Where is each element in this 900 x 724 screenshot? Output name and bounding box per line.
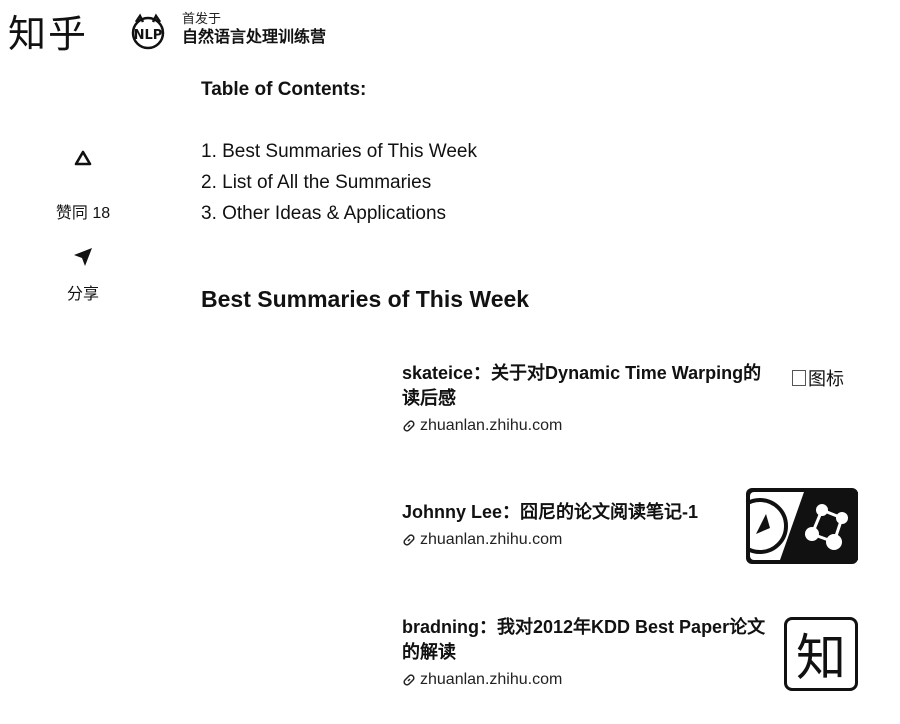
toc-item: 1. Best Summaries of This Week [201, 141, 477, 162]
upvote-count-label[interactable]: 赞同 18 [52, 199, 114, 223]
share-button[interactable] [52, 246, 114, 273]
link-card-domain: zhuanlan.zhihu.com [420, 671, 563, 688]
broken-image-thumbnail: 图标 [792, 365, 844, 391]
link-card-domain: zhuanlan.zhihu.com [420, 417, 563, 434]
column-avatar-icon[interactable]: NLP [128, 12, 168, 52]
link-card-url: zhuanlan.zhihu.com [402, 417, 858, 435]
section-heading: Best Summaries of This Week [201, 286, 530, 312]
zhihu-thumbnail: 知 [746, 617, 858, 693]
link-card-title[interactable]: Johnny Lee：囧尼的论文阅读笔记-1 [402, 500, 777, 525]
share-label[interactable]: 分享 [52, 280, 114, 304]
svg-text:NLP: NLP [134, 28, 163, 43]
upvote-button[interactable] [52, 150, 114, 171]
column-name-link[interactable]: 自然语言处理训练营 [182, 27, 326, 49]
link-card[interactable]: skateice：关于对Dynamic Time Warping的读后感 zhu… [402, 361, 858, 435]
table-of-contents: 1. Best Summaries of This Week 2. List o… [201, 136, 477, 229]
toc-item: 3. Other Ideas & Applications [201, 203, 447, 224]
published-prefix: 首发于 [182, 11, 222, 26]
share-paper-plane-icon [74, 248, 92, 266]
link-chain-icon [403, 674, 415, 686]
link-card[interactable]: bradning：我对2012年KDD Best Paper论文的解读 zhua… [402, 615, 858, 691]
upvote-triangle-icon [74, 150, 92, 166]
rocket-network-thumbnail-icon [732, 488, 858, 564]
broken-image-icon [792, 370, 806, 386]
image-alt-text: 图标 [808, 369, 844, 389]
link-chain-icon [403, 534, 415, 546]
toc-item: 2. List of All the Summaries [201, 172, 432, 193]
zhihu-thumb-text: 知 [784, 617, 858, 691]
link-chain-icon [403, 420, 415, 432]
link-card-domain: zhuanlan.zhihu.com [420, 531, 563, 548]
link-card-title[interactable]: skateice：关于对Dynamic Time Warping的读后感 [402, 361, 777, 411]
zhihu-logo[interactable]: 知乎 [8, 12, 88, 56]
link-card[interactable]: Johnny Lee：囧尼的论文阅读笔记-1 zhuanlan.zhihu.co… [402, 488, 858, 564]
toc-title: Table of Contents: [201, 79, 367, 100]
link-card-title[interactable]: bradning：我对2012年KDD Best Paper论文的解读 [402, 615, 777, 665]
